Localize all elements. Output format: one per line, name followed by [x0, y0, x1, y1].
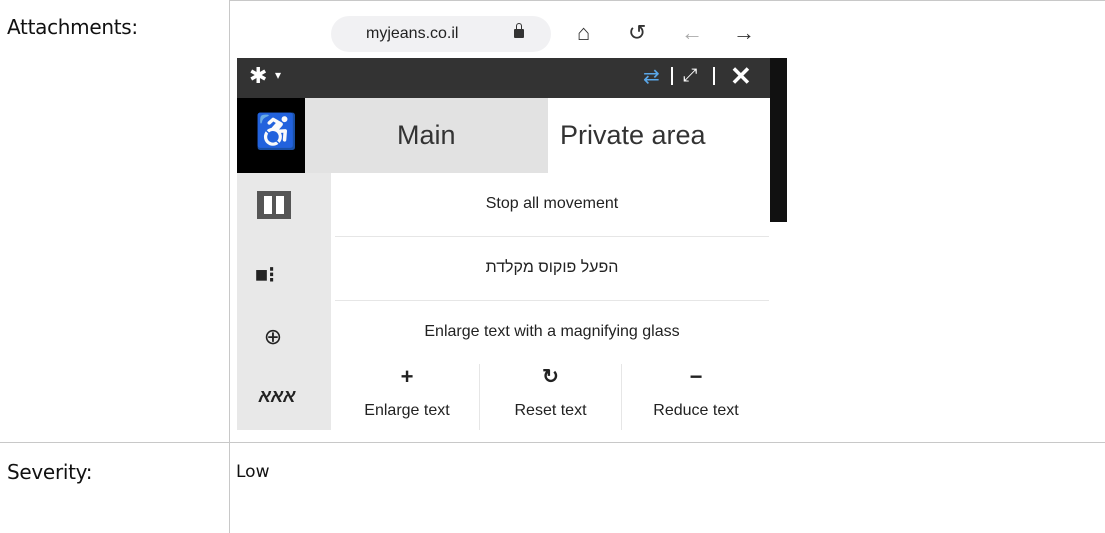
- reduce-text-button[interactable]: − Reduce text: [622, 364, 770, 430]
- url-text: myjeans.co.il: [366, 25, 459, 42]
- tab-main-label: Main: [397, 120, 456, 150]
- option-label: Stop all movement: [485, 195, 619, 212]
- reload-icon[interactable]: ↺: [628, 20, 646, 46]
- severity-value: Low: [236, 462, 270, 482]
- arrow-right-icon[interactable]: →: [733, 20, 755, 46]
- table-row-divider: [0, 442, 1105, 443]
- enlarge-text-label: Enlarge text: [364, 402, 450, 419]
- tab-main[interactable]: Main: [305, 98, 548, 173]
- scroll-strip: [770, 58, 787, 222]
- reduce-text-label: Reduce text: [653, 402, 739, 419]
- enlarge-text-button[interactable]: + Enlarge text: [335, 364, 480, 430]
- reset-text-label: Reset text: [514, 402, 587, 419]
- wheelchair-icon: ♿: [255, 113, 298, 151]
- severity-label: Severity:: [7, 460, 93, 484]
- table-top-border: [229, 0, 1105, 1]
- swap-icon[interactable]: ⇄: [643, 64, 660, 89]
- gear-icon[interactable]: ✱: [249, 63, 267, 89]
- option-magnifier[interactable]: Enlarge text with a magnifying glass: [335, 301, 769, 365]
- browser-address-bar: myjeans.co.il ⌂ ↺ ← →: [235, 10, 787, 58]
- chevron-down-icon[interactable]: ▾: [275, 68, 281, 82]
- plus-icon: +: [400, 364, 414, 389]
- attachment-screenshot: myjeans.co.il ⌂ ↺ ← → ✱ ▾ ⇄ ⤢ ✕ ♿ Main P…: [235, 10, 787, 430]
- table-column-divider: [229, 0, 230, 533]
- text-size-icon: אאא: [258, 386, 296, 406]
- close-icon[interactable]: ✕: [730, 61, 752, 92]
- lock-icon: [514, 23, 524, 38]
- tab-private-area[interactable]: Private area: [548, 98, 770, 173]
- keyboard-focus-icon: ■⁝: [254, 262, 276, 287]
- attachments-label: Attachments:: [7, 15, 138, 39]
- accessibility-badge: ♿: [237, 98, 305, 173]
- option-stop-movement[interactable]: Stop all movement: [335, 173, 769, 237]
- reset-icon: ↻: [542, 366, 559, 388]
- arrow-left-icon[interactable]: ←: [681, 20, 703, 46]
- pause-icon: [257, 191, 291, 219]
- option-label: הפעל פוקוס מקלדת: [485, 259, 619, 276]
- home-icon[interactable]: ⌂: [577, 20, 590, 46]
- zoom-in-icon: ⊕: [263, 324, 283, 349]
- toolbar-separator: [671, 67, 673, 85]
- document-table: Attachments: Severity: Low myjeans.co.il…: [0, 0, 1105, 533]
- expand-icon[interactable]: ⤢: [683, 65, 697, 86]
- tab-private-label: Private area: [560, 120, 706, 150]
- minus-icon: −: [689, 364, 703, 389]
- reset-text-button[interactable]: ↻ Reset text: [480, 364, 622, 430]
- widget-toolbar: ✱ ▾ ⇄ ⤢ ✕: [237, 58, 772, 98]
- toolbar-separator: [713, 67, 715, 85]
- option-keyboard-focus[interactable]: הפעל פוקוס מקלדת: [335, 237, 769, 301]
- option-label: Enlarge text with a magnifying glass: [424, 323, 680, 340]
